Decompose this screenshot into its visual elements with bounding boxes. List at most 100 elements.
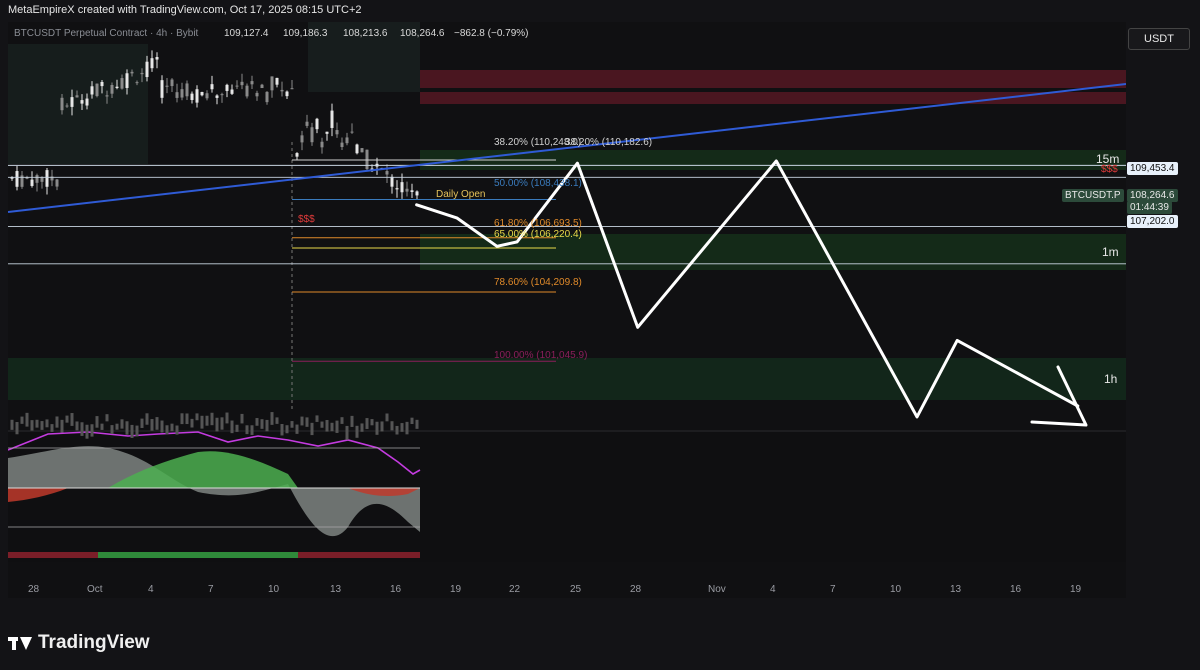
x-tick-label: 16 [1010,584,1022,595]
x-tick-label: 13 [950,584,962,595]
candle-body [260,84,264,89]
candle-body [120,78,124,89]
candle-body [80,100,84,104]
volume-bar [205,415,209,426]
x-tick-label: 16 [390,584,402,595]
volume-bar [355,425,359,438]
candle-body [30,179,34,186]
volume-bar [190,418,194,428]
x-tick-label: 7 [830,584,836,595]
candle-body [55,179,59,187]
candle-body [180,89,184,98]
chart-area[interactable]: 114,000.0112,000.0110,000.0108,000.0106,… [7,22,1178,598]
volume-bar [340,417,344,424]
candle-body [185,83,189,97]
candle-body [95,83,99,97]
fib-650-label: 65.00% (106,220.4) [494,229,582,240]
volume-bar [125,421,129,435]
volume-bar [400,423,404,432]
candle-body [35,175,39,183]
candle-body [150,58,154,69]
volume-bar [145,413,149,425]
dollar-left-label: $$$ [298,214,315,225]
volume-bar [285,425,289,434]
volume-bar [305,417,309,427]
candle-body [320,141,324,148]
volume-bar [195,413,199,421]
red-zone-lower [420,92,1126,104]
candle-body [225,84,229,91]
candle-body [205,93,209,99]
volume-bar [120,419,124,429]
candle-body [145,61,149,78]
volume-bar [15,422,19,435]
candle-body [270,76,274,91]
volume-bar [350,415,354,427]
volume-bar [410,417,414,425]
volume-bar [45,419,49,428]
daily-open-label: Daily Open [436,189,485,200]
x-axis-ticks: 28 Oct 4 7 10 13 16 19 22 25 28 Nov 4 7 10 13 16 19 [28,584,1082,595]
volume-bar [95,416,99,428]
candle-body [415,191,419,196]
tf-1m-label: 1m [1102,245,1119,259]
volume-bar [55,416,59,428]
volume-bar [150,419,154,431]
volume-bar [255,418,259,426]
candle-body [345,137,349,144]
candle-body [230,89,234,94]
dollar-right-label: $$$ [1101,164,1118,175]
price-tag-low: 107,202.0 [1127,215,1178,228]
volume-bar [90,424,94,437]
volume-bar [225,412,229,424]
price-tag-countdown: 01:44:39 [1127,201,1172,214]
candle-body [125,73,129,88]
volume-bar [295,424,299,434]
volume-bar [85,424,89,439]
candle-body [100,81,104,87]
candle-body [85,98,89,106]
candle-body [240,81,244,86]
x-tick-label: 19 [1070,584,1082,595]
candle-body [295,153,299,157]
x-tick-label: Nov [708,584,726,595]
candle-body [245,85,249,97]
legend-l: 108,213.6 [343,28,388,39]
candle-body [275,77,279,85]
chart-svg[interactable]: 114,000.0112,000.0110,000.0108,000.0106,… [7,22,1178,598]
candle-body [385,171,389,175]
candle-body [15,171,19,187]
currency-selector[interactable]: USDT [1128,28,1190,50]
candle-body [210,84,214,90]
x-tick-label: 22 [509,584,521,595]
volume-bar [140,418,144,428]
legend-symbol: BTCUSDT Perpetual Contract · 4h · Bybit [14,28,199,39]
candle-body [45,170,49,187]
volume-bar [260,419,264,429]
volume-bar [320,421,324,428]
candle-body [400,182,404,193]
x-tick-label: 19 [450,584,462,595]
candle-body [285,91,289,97]
candle-body [155,57,159,60]
volume-bar [50,424,54,432]
legend-change: −862.8 (−0.79%) [454,28,529,39]
volume-bar [175,425,179,435]
price-tag-15m: 109,453.4 [1127,162,1178,175]
candle-body [300,135,304,143]
volume-bar [135,425,139,437]
fib-382b-label: 38.20% (110,182.6) [565,137,652,148]
tradingview-brand: TradingView [38,632,150,653]
candle-body [395,188,399,190]
candle-body [60,97,64,111]
volume-bar [370,419,374,426]
candle-body [40,177,44,182]
volume-bar [240,413,244,424]
price-tag-symbol: BTCUSDT.P [1062,189,1124,202]
legend-h: 109,186.3 [283,28,328,39]
volume-bar [60,419,64,433]
candle-body [315,118,319,130]
candle-body [235,85,239,87]
volume-bar [380,421,384,432]
candle-body [360,148,364,153]
